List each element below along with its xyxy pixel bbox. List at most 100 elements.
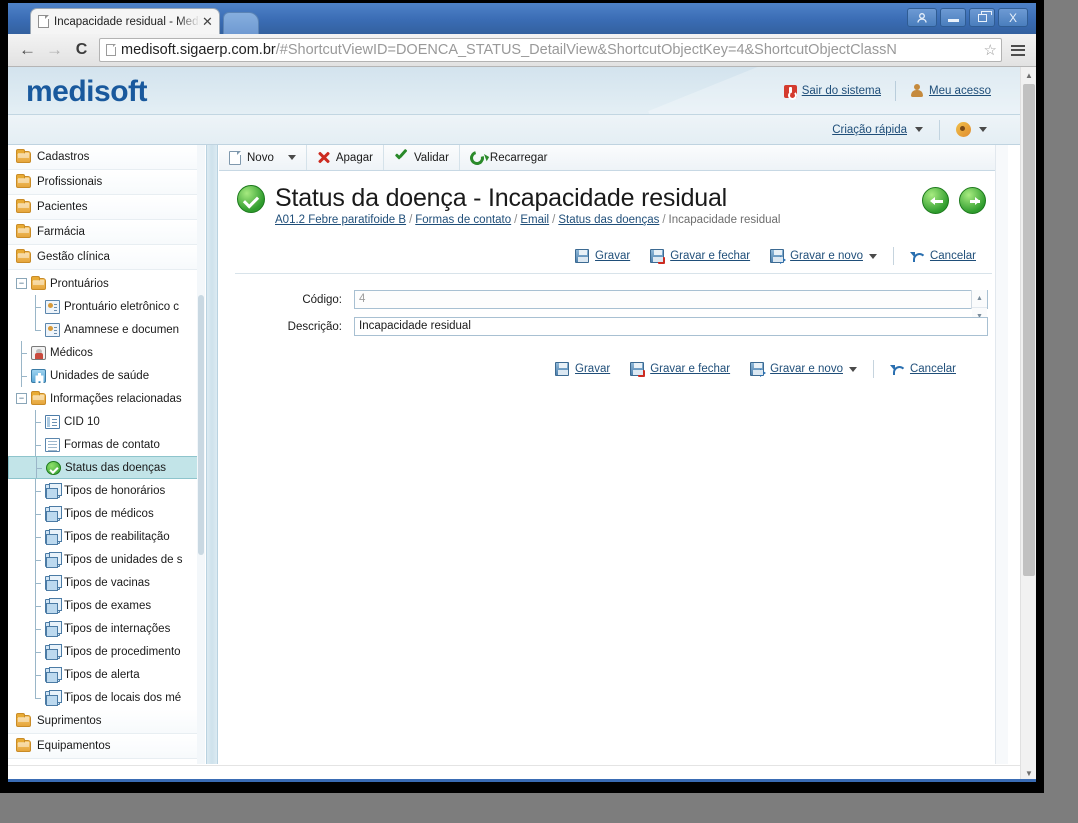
new-button[interactable]: Novo	[219, 145, 307, 170]
sidebar-root-item[interactable]: Pacientes	[8, 195, 204, 220]
save-and-close-button-top[interactable]: Gravar e fechar	[640, 249, 760, 264]
back-icon[interactable]: ←	[14, 37, 41, 64]
save-button-top[interactable]: Gravar	[565, 249, 640, 263]
quick-create-menu[interactable]: Criação rápida	[816, 124, 939, 136]
stepper-up-icon[interactable]: ▲	[972, 290, 987, 307]
sidebar-tree-item[interactable]: Tipos de locais dos mé	[8, 686, 204, 709]
sidebar-item-selected[interactable]: Status das doenças	[8, 456, 202, 479]
sidebar-scrollbar-thumb[interactable]	[198, 295, 204, 555]
save-and-new-label-top[interactable]: Gravar e novo	[790, 250, 863, 262]
sidebar-tree-item[interactable]: Tipos de procedimento	[8, 640, 204, 663]
reload-button-label: Recarregar	[489, 151, 548, 164]
save-and-new-label-bottom[interactable]: Gravar e novo	[770, 363, 843, 375]
close-window-icon[interactable]: X	[998, 8, 1028, 27]
sidebar-tree-item[interactable]: − Informações relacionadas	[8, 387, 204, 410]
save-button-bottom[interactable]: Gravar	[545, 362, 620, 376]
save-new-dropdown-icon-bottom[interactable]	[848, 366, 857, 372]
status-check-icon	[237, 185, 265, 213]
sidebar-scrollbar[interactable]	[197, 145, 205, 764]
save-and-close-label-top[interactable]: Gravar e fechar	[670, 250, 750, 262]
new-document-icon	[229, 150, 241, 165]
sidebar-item-label: Tipos de alerta	[64, 668, 140, 681]
sidebar-root-item[interactable]: Equipamentos	[8, 734, 204, 759]
browser-menu-icon[interactable]	[1006, 38, 1030, 62]
breadcrumb-link[interactable]: Status das doenças	[558, 214, 659, 226]
cancel-label-top[interactable]: Cancelar	[930, 250, 976, 262]
quick-create-label[interactable]: Criação rápida	[832, 124, 907, 136]
delete-button[interactable]: Apagar	[307, 145, 384, 170]
forward-icon[interactable]: →	[41, 37, 68, 64]
sidebar-root-item[interactable]: Suprimentos	[8, 709, 204, 734]
sidebar-splitter[interactable]	[206, 145, 218, 764]
save-and-close-label-bottom[interactable]: Gravar e fechar	[650, 363, 730, 375]
save-and-new-button-top[interactable]: Gravar e novo	[760, 249, 887, 264]
sidebar-root-item[interactable]: Gestão clínica	[8, 245, 204, 270]
codigo-input[interactable]: 4 ▲▼	[354, 290, 988, 325]
descricao-input[interactable]: Incapacidade residual	[354, 317, 988, 336]
sidebar-root-item[interactable]: Profissionais	[8, 170, 204, 195]
tree-collapse-icon[interactable]: −	[16, 278, 27, 289]
save-and-close-button-bottom[interactable]: Gravar e fechar	[620, 362, 740, 377]
tree-collapse-icon[interactable]: −	[16, 393, 27, 404]
save-label-bottom[interactable]: Gravar	[575, 363, 610, 375]
tree-connector	[31, 457, 42, 478]
breadcrumb-link[interactable]: Formas de contato	[415, 214, 511, 226]
reload-icon[interactable]: C	[68, 37, 95, 64]
sidebar-tree-item[interactable]: Médicos	[8, 341, 204, 364]
sidebar-tree-item[interactable]: Tipos de internações	[8, 617, 204, 640]
sidebar-tree-item[interactable]: Tipos de alerta	[8, 663, 204, 686]
close-tab-icon[interactable]: ✕	[200, 14, 215, 30]
sidebar-item-label: Anamnese e documen	[64, 323, 180, 336]
next-record-button[interactable]	[959, 187, 986, 214]
sidebar-tree-item[interactable]: CID 10	[8, 410, 204, 433]
new-dropdown-icon[interactable]	[287, 155, 296, 160]
browser-scrollbar-thumb[interactable]	[1023, 84, 1035, 576]
theme-menu[interactable]	[940, 122, 1003, 137]
bookmark-star-icon[interactable]: ☆	[984, 41, 997, 59]
validate-button[interactable]: Validar	[384, 145, 460, 170]
breadcrumb-link[interactable]: Email	[520, 214, 549, 226]
sidebar-tree-item[interactable]: Formas de contato	[8, 433, 204, 456]
sidebar-tree-item[interactable]: − Prontuários	[8, 272, 204, 295]
cancel-button-top[interactable]: Cancelar	[900, 250, 986, 263]
cancel-button-bottom[interactable]: Cancelar	[880, 363, 966, 376]
sidebar-tree-item[interactable]: Unidades de saúde	[8, 364, 204, 387]
breadcrumb-link[interactable]: A01.2 Febre paratifoide B	[275, 214, 406, 226]
my-access-button[interactable]: Meu acesso	[896, 84, 1005, 98]
reload-button[interactable]: Recarregar	[460, 145, 558, 170]
save-label-top[interactable]: Gravar	[595, 250, 630, 262]
sidebar-tree-item[interactable]: Tipos de unidades de s	[8, 548, 204, 571]
save-new-dropdown-icon[interactable]	[868, 253, 877, 259]
restore-window-icon[interactable]	[969, 8, 995, 27]
sidebar-tree-item[interactable]: Tipos de médicos	[8, 502, 204, 525]
previous-record-button[interactable]	[922, 187, 949, 214]
sidebar-tree-item[interactable]: Tipos de honorários	[8, 479, 204, 502]
sidebar-root-item[interactable]: Farmácia	[8, 220, 204, 245]
address-bar[interactable]: medisoft.sigaerp.com.br/#ShortcutViewID=…	[99, 38, 1002, 62]
number-stepper[interactable]: ▲▼	[971, 290, 987, 325]
scroll-up-icon[interactable]: ▲	[1021, 67, 1036, 83]
sidebar-tree-item[interactable]: Anamnese e documen	[8, 318, 204, 341]
logout-label[interactable]: Sair do sistema	[802, 85, 881, 97]
sidebar-tree-item[interactable]: Prontuário eletrônico c	[8, 295, 204, 318]
breadcrumb-separator: /	[552, 214, 556, 226]
sidebar-item-label: Médicos	[50, 346, 93, 359]
new-tab-button[interactable]	[223, 12, 259, 34]
my-access-label[interactable]: Meu acesso	[929, 85, 991, 97]
chevron-down-icon-theme[interactable]	[979, 127, 987, 132]
delete-x-icon	[317, 151, 330, 164]
content-scrollbar[interactable]	[995, 145, 1008, 764]
folder-icon	[16, 713, 31, 727]
sidebar-tree-item[interactable]: Tipos de reabilitação	[8, 525, 204, 548]
logout-button[interactable]: Sair do sistema	[770, 84, 895, 100]
user-profile-icon[interactable]	[907, 8, 937, 27]
save-and-new-button-bottom[interactable]: Gravar e novo	[740, 362, 867, 377]
minimize-window-icon[interactable]	[940, 8, 966, 27]
sidebar-tree-item[interactable]: Tipos de exames	[8, 594, 204, 617]
cancel-label-bottom[interactable]: Cancelar	[910, 363, 956, 375]
chevron-down-icon[interactable]	[915, 127, 923, 132]
browser-tab[interactable]: Incapacidade residual - Medi ✕	[30, 8, 220, 34]
browser-vertical-scrollbar[interactable]: ▲ ▼	[1020, 67, 1036, 781]
sidebar-root-item[interactable]: Cadastros	[8, 145, 204, 170]
sidebar-tree-item[interactable]: Tipos de vacinas	[8, 571, 204, 594]
